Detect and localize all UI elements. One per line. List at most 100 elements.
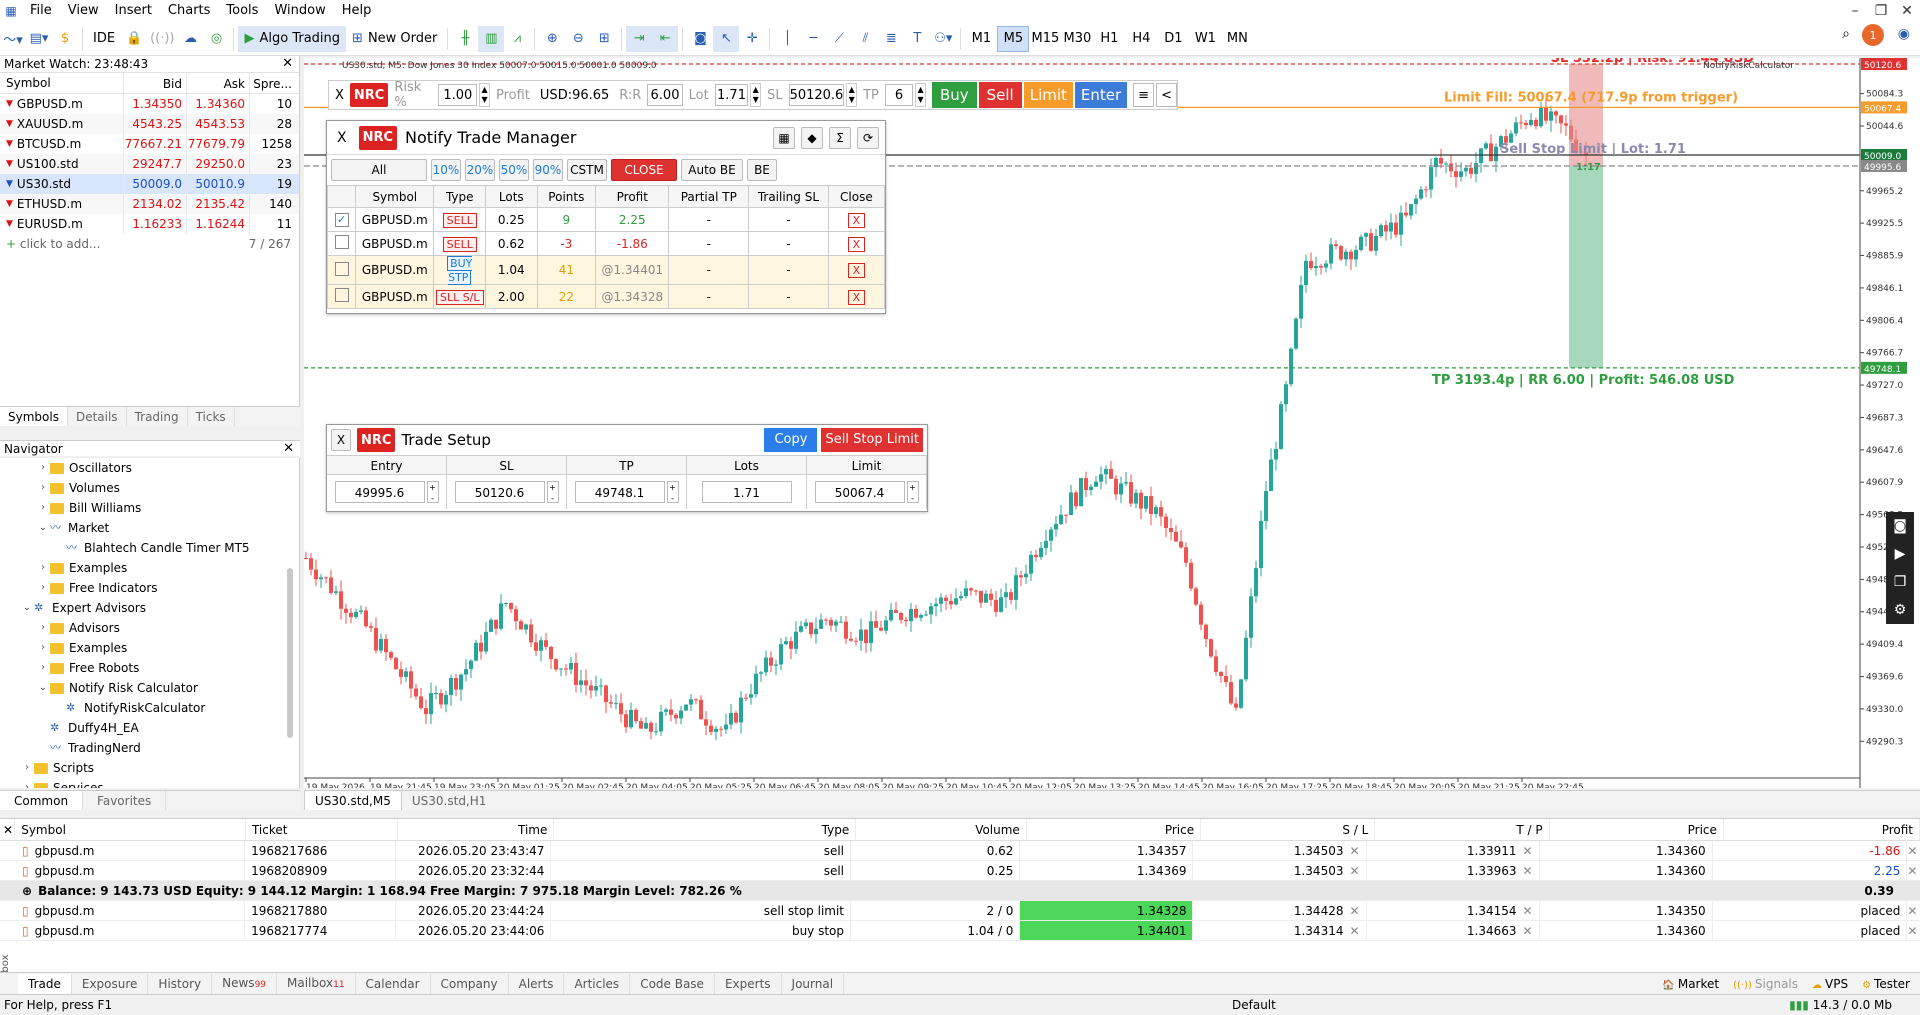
toolbox-tab-mailbox[interactable]: Mailbox11 xyxy=(277,972,356,995)
col-ask[interactable]: Ask xyxy=(187,73,250,93)
close-50-button[interactable]: 50% xyxy=(499,159,529,181)
toolbox-tab-company[interactable]: Company xyxy=(431,973,509,994)
zoom-in-icon[interactable]: ⊕ xyxy=(539,26,565,52)
toolbox-column-header[interactable]: Profit xyxy=(1724,819,1920,840)
chevron-right-icon[interactable]: › xyxy=(36,498,50,518)
tradebar-close-button[interactable]: X xyxy=(331,83,348,107)
add-symbol-row[interactable]: + click to add... 7 / 267 xyxy=(0,234,299,254)
close-icon[interactable]: ✕ xyxy=(1894,0,1920,22)
menu-help[interactable]: Help xyxy=(334,0,380,22)
navigator-item[interactable]: ⌄ 〰 Market xyxy=(0,518,299,538)
close-icon[interactable]: ✕ xyxy=(1907,841,1920,860)
tab-details[interactable]: Details xyxy=(68,407,127,426)
chevron-right-icon[interactable]: › xyxy=(36,458,50,478)
remove-level-icon[interactable]: ✕ xyxy=(1523,844,1533,858)
navigator-item[interactable]: › Free Indicators xyxy=(0,578,299,598)
remove-level-icon[interactable]: ✕ xyxy=(1523,864,1533,878)
vertical-line-icon[interactable]: │ xyxy=(774,26,800,52)
auto-be-button[interactable]: Auto BE xyxy=(681,159,743,181)
close-icon[interactable]: ✕ xyxy=(1907,861,1920,880)
lots-input[interactable]: 1.71 xyxy=(701,481,792,503)
chart-template-icon[interactable]: ▤▾ xyxy=(26,26,52,52)
navigator-item[interactable]: › Examples xyxy=(0,638,299,658)
diamond-icon[interactable]: ◆ xyxy=(801,126,823,149)
video-icon[interactable]: ▶ xyxy=(1886,540,1914,568)
tab-common[interactable]: Common xyxy=(0,791,84,810)
close-icon[interactable]: ✕ xyxy=(0,819,16,840)
account-icon[interactable]: ◉ xyxy=(1898,26,1910,42)
toolbox-tab-alerts[interactable]: Alerts xyxy=(509,973,565,994)
copy-button[interactable]: Copy xyxy=(764,428,818,452)
new-order-button[interactable]: ⊞ New Order xyxy=(346,26,443,52)
toolbox-column-header[interactable]: Ticket xyxy=(246,819,399,840)
trade-manager-close-button[interactable]: X xyxy=(333,130,351,146)
right-tab-tester[interactable]: ⚙ Tester xyxy=(1862,977,1910,991)
sl-stepper[interactable]: + - xyxy=(546,481,559,503)
close-icon[interactable]: ✕ xyxy=(1907,921,1920,940)
sl-input[interactable]: 50120.6 xyxy=(788,84,845,106)
market-watch-row[interactable]: ▼ US100.std 29247.7 29250.0 23 xyxy=(0,154,299,174)
enter-button[interactable]: Enter xyxy=(1074,82,1128,108)
limit-button[interactable]: Limit xyxy=(1023,82,1073,108)
navigator-item[interactable]: › Scripts xyxy=(0,758,299,778)
navigator-item[interactable]: › Examples xyxy=(0,558,299,578)
text-icon[interactable]: T xyxy=(904,26,930,52)
menu-view[interactable]: View xyxy=(60,0,107,22)
market-watch-row[interactable]: ▼ ETHUSD.m 2134.02 2135.42 140 xyxy=(0,194,299,214)
fibo-icon[interactable]: ≣ xyxy=(878,26,904,52)
close-all-button[interactable]: All xyxy=(331,159,427,181)
right-tab-vps[interactable]: ☁ VPS xyxy=(1812,977,1848,991)
tile-icon[interactable]: ⊞ xyxy=(591,26,617,52)
chart-shift-icon[interactable]: ⇤ xyxy=(652,25,679,52)
remove-level-icon[interactable]: ✕ xyxy=(1349,904,1359,918)
menu-insert[interactable]: Insert xyxy=(107,0,160,22)
close-90-button[interactable]: 90% xyxy=(533,159,563,181)
refresh-icon[interactable]: ⟳ xyxy=(857,126,879,149)
close-position-button[interactable]: X xyxy=(847,289,866,305)
line-chart-icon[interactable]: 〜▾ xyxy=(0,26,26,52)
chevron-right-icon[interactable]: › xyxy=(36,658,50,678)
market-watch-row[interactable]: ▼ XAUUSD.m 4543.25 4543.53 28 xyxy=(0,114,299,134)
screenshot-icon[interactable]: ◙ xyxy=(1886,512,1914,540)
order-row[interactable]: ▯ gbpusd.m 1968217774 2026.05.20 23:44:06 bu… xyxy=(0,921,1920,941)
shapes-icon[interactable]: ⚇▾ xyxy=(930,26,956,52)
copy-icon[interactable]: ❐ xyxy=(1886,568,1914,596)
trade-setup-close-button[interactable]: X xyxy=(331,429,351,451)
close-position-button[interactable]: X xyxy=(847,236,866,252)
custom-button[interactable]: CSTM xyxy=(567,159,607,181)
toolbox-column-header[interactable]: Type xyxy=(554,819,857,840)
horizontal-line-icon[interactable]: ─ xyxy=(800,26,826,52)
menu-file[interactable]: File xyxy=(22,0,60,22)
lot-stepper[interactable]: ▲ ▼ xyxy=(750,83,762,107)
bar-chart-icon[interactable]: ╫ xyxy=(452,26,478,52)
col-symbol[interactable]: Symbol xyxy=(0,73,124,93)
toolbox-column-header[interactable]: T / P xyxy=(1375,819,1550,840)
toolbox-column-header[interactable]: Volume xyxy=(856,819,1027,840)
limit-input[interactable]: 50067.4 xyxy=(814,481,905,503)
row-checkbox[interactable] xyxy=(334,288,349,302)
candle-chart-icon[interactable]: ▥ xyxy=(478,25,505,52)
menu-window[interactable]: Window xyxy=(266,0,333,22)
remove-level-icon[interactable]: ✕ xyxy=(1523,904,1533,918)
navigator-item[interactable]: › Bill Williams xyxy=(0,498,299,518)
order-type-button[interactable]: Sell Stop Limit xyxy=(821,428,923,452)
chevron-right-icon[interactable]: › xyxy=(36,578,50,598)
tp-input[interactable]: 6 xyxy=(884,84,914,106)
menu-charts[interactable]: Charts xyxy=(160,0,219,22)
tab-favorites[interactable]: Favorites xyxy=(83,791,167,810)
remove-level-icon[interactable]: ✕ xyxy=(1349,844,1359,858)
navigator-item[interactable]: › Free Robots xyxy=(0,658,299,678)
order-row[interactable]: ▯ gbpusd.m 1968217880 2026.05.20 23:44:24 se… xyxy=(0,901,1920,921)
settings-icon[interactable]: ⚙ xyxy=(1886,596,1914,624)
chevron-right-icon[interactable]: › xyxy=(36,558,50,578)
tp-stepper[interactable]: + - xyxy=(666,481,679,503)
close-button[interactable]: CLOSE xyxy=(611,159,677,181)
toolbox-column-header[interactable]: Symbol xyxy=(15,819,246,840)
calculator-icon[interactable]: ▦ xyxy=(773,126,795,149)
screenshot-icon[interactable]: ◙ xyxy=(687,26,713,52)
sell-button[interactable]: Sell xyxy=(978,82,1022,108)
chevron-right-icon[interactable]: › xyxy=(36,638,50,658)
navigator-item[interactable]: ⌄ ✲ Expert Advisors xyxy=(0,598,299,618)
close-icon[interactable]: ✕ xyxy=(283,441,294,457)
algo-trading-button[interactable]: ▶ Algo Trading xyxy=(238,25,347,52)
